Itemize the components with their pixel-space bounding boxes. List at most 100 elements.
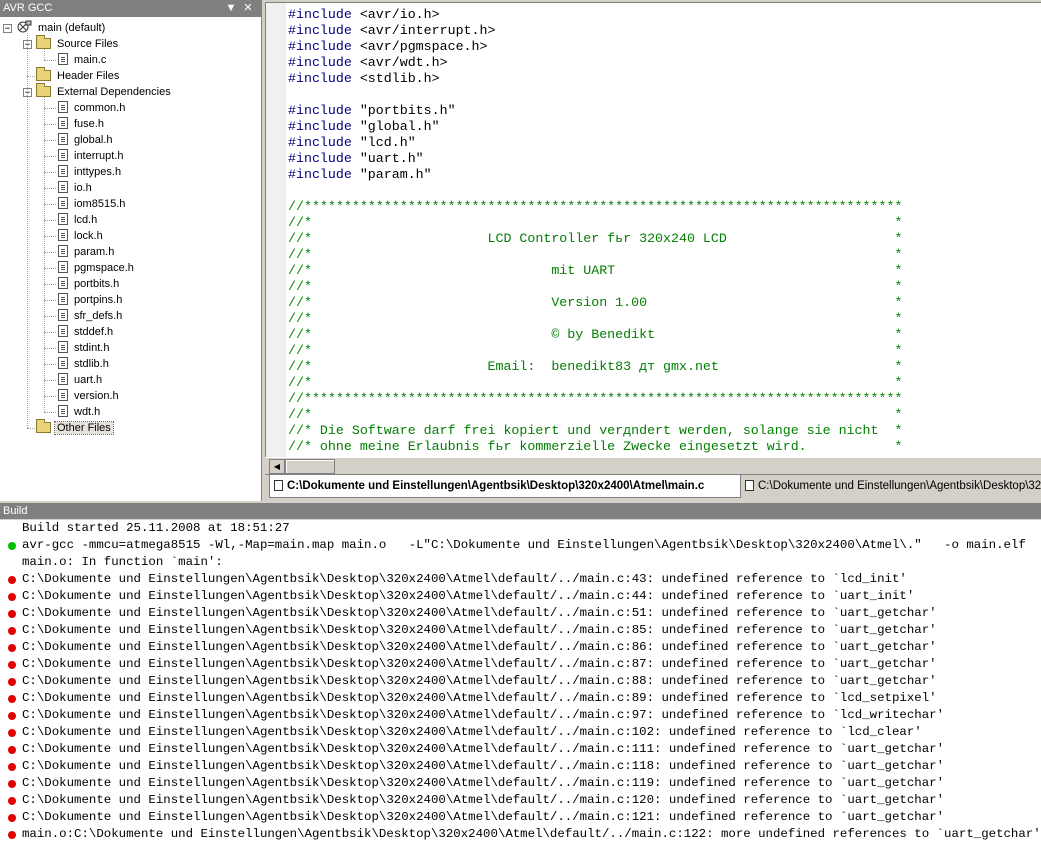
code-line: #include "global.h" xyxy=(288,119,440,134)
code-line: #include "uart.h" xyxy=(288,151,424,166)
tree-node-other-files[interactable]: Other Files xyxy=(36,419,114,436)
tree-node-file[interactable]: stdlib.h xyxy=(58,356,111,372)
scrollbar-thumb[interactable] xyxy=(285,459,335,474)
build-line-text: C:\Dokumente und Einstellungen\Agentbsik… xyxy=(22,572,907,586)
file-icon xyxy=(58,405,68,417)
code-keyword: #include xyxy=(288,103,352,118)
tree-node-file[interactable]: portbits.h xyxy=(58,276,121,292)
build-line-text: C:\Dokumente und Einstellungen\Agentbsik… xyxy=(22,759,945,773)
tree-node-external-dependencies[interactable]: External Dependencies xyxy=(36,83,173,100)
tree-node-file[interactable]: lock.h xyxy=(58,228,105,244)
tree-node-file[interactable]: uart.h xyxy=(58,372,104,388)
tree-node-label: common.h xyxy=(74,102,126,114)
tree-guide-line xyxy=(44,188,56,189)
tree-node-label: lock.h xyxy=(74,230,103,242)
tree-guide-line xyxy=(44,396,56,397)
code-text-segment: "global.h" xyxy=(351,119,440,134)
tree-node-source-files[interactable]: Source Files xyxy=(36,35,120,52)
tree-node-file[interactable]: sfr_defs.h xyxy=(58,308,124,324)
file-icon xyxy=(58,261,68,273)
tree-node-label: sfr_defs.h xyxy=(74,310,123,322)
file-icon xyxy=(58,197,68,209)
collapse-toggle-icon[interactable]: − xyxy=(3,24,12,34)
tree-node-file[interactable]: global.h xyxy=(58,132,115,148)
tree-node-file[interactable]: pgmspace.h xyxy=(58,260,136,276)
tree-node-file[interactable]: io.h xyxy=(58,180,94,196)
build-line-text: C:\Dokumente und Einstellungen\Agentbsik… xyxy=(22,691,937,705)
tree-node-file[interactable]: portpins.h xyxy=(58,292,124,308)
tree-guide-line xyxy=(44,300,56,301)
horizontal-scrollbar[interactable]: ◀ xyxy=(265,457,1041,474)
code-comment: //* © by Benedikt * xyxy=(288,327,903,342)
tree-node-file[interactable]: main.c xyxy=(58,52,108,68)
build-line-text: C:\Dokumente und Einstellungen\Agentbsik… xyxy=(22,810,945,824)
code-line: #include <avr/wdt.h> xyxy=(288,55,448,70)
file-icon xyxy=(58,357,68,369)
tree-node-file[interactable]: stddef.h xyxy=(58,324,115,340)
error-dot-icon xyxy=(8,729,16,737)
code-editor[interactable]: #include <avr/io.h> #include <avr/interr… xyxy=(265,2,1041,458)
tree-panel-title-text: AVR GCC xyxy=(3,2,53,14)
code-comment: //* * xyxy=(288,215,903,230)
tree-node-file[interactable]: version.h xyxy=(58,388,121,404)
code-text-segment: "param.h" xyxy=(351,167,432,182)
code-text-segment: <avr/interrupt.h> xyxy=(351,23,496,38)
tab-main-c-active[interactable]: C:\Dokumente und Einstellungen\Agentbsik… xyxy=(269,475,741,498)
tree-node-file[interactable]: fuse.h xyxy=(58,116,106,132)
code-line: //**************************************… xyxy=(288,391,902,406)
tree-node-label: stdlib.h xyxy=(74,358,109,370)
tree-node-file[interactable]: param.h xyxy=(58,244,116,260)
tree-node-file[interactable]: wdt.h xyxy=(58,404,102,420)
tree-node-file[interactable]: inttypes.h xyxy=(58,164,123,180)
tree-node-label: portpins.h xyxy=(74,294,123,306)
code-text-segment: "portbits.h" xyxy=(351,103,456,118)
tree-node-label: stdint.h xyxy=(74,342,110,354)
tree-node-file[interactable]: stdint.h xyxy=(58,340,111,356)
build-line-text: C:\Dokumente und Einstellungen\Agentbsik… xyxy=(22,793,945,807)
code-comment: //* mit UART * xyxy=(288,263,903,278)
scroll-left-icon[interactable]: ◀ xyxy=(269,459,285,474)
code-text-segment: <avr/pgmspace.h> xyxy=(351,39,488,54)
tree-node-label: pgmspace.h xyxy=(74,262,134,274)
tab-main-c[interactable]: C:\Dokumente und Einstellungen\Agentbsik… xyxy=(741,475,1041,497)
build-line-text: C:\Dokumente und Einstellungen\Agentbsik… xyxy=(22,640,937,654)
code-line: //* * xyxy=(288,247,902,262)
tree-node-project[interactable]: main (default) xyxy=(17,20,107,36)
code-line: //* * xyxy=(288,375,902,390)
file-icon xyxy=(58,165,68,177)
tree-node-label: wdt.h xyxy=(74,406,101,418)
code-text-segment: <stdlib.h> xyxy=(351,71,440,86)
file-icon xyxy=(58,213,68,225)
code-text[interactable]: #include <avr/io.h> #include <avr/interr… xyxy=(288,7,902,455)
tree-guide-line xyxy=(44,124,56,125)
tree-node-label: fuse.h xyxy=(74,118,104,130)
code-line: #include "portbits.h" xyxy=(288,103,456,118)
tree-node-file[interactable]: interrupt.h xyxy=(58,148,126,164)
error-dot-icon xyxy=(8,678,16,686)
tree-node-file[interactable]: iom8515.h xyxy=(58,196,127,212)
error-dot-icon xyxy=(8,576,16,584)
file-icon xyxy=(58,53,68,65)
tree-node-header-files[interactable]: Header Files xyxy=(36,67,121,84)
tree-node-label: lcd.h xyxy=(74,214,98,226)
close-icon[interactable]: ✕ xyxy=(241,0,255,17)
file-icon xyxy=(58,181,68,193)
chevron-down-icon[interactable]: ▼ xyxy=(224,0,238,17)
build-line-text: C:\Dokumente und Einstellungen\Agentbsik… xyxy=(22,606,937,620)
build-output[interactable]: Build started 25.11.2008 at 18:51:27 avr-… xyxy=(0,520,1041,853)
tree-node-file[interactable]: common.h xyxy=(58,100,127,116)
code-keyword: #include xyxy=(288,119,352,134)
tree-node-file[interactable]: lcd.h xyxy=(58,212,99,228)
error-dot-icon xyxy=(8,763,16,771)
tree-node-label: main (default) xyxy=(38,22,106,34)
code-line: #include <avr/io.h> xyxy=(288,7,440,22)
code-line: //* © by Benedikt * xyxy=(288,327,902,342)
error-dot-icon xyxy=(8,712,16,720)
tree-guide-line xyxy=(27,428,35,429)
build-line-text: C:\Dokumente und Einstellungen\Agentbsik… xyxy=(22,674,937,688)
tree-guide-line xyxy=(44,49,45,60)
tree-guide-line xyxy=(44,97,45,412)
code-comment: //* Email: benedikt83 дт gmx.net * xyxy=(288,359,903,374)
error-dot-icon xyxy=(8,831,16,839)
code-line: //**************************************… xyxy=(288,199,902,214)
